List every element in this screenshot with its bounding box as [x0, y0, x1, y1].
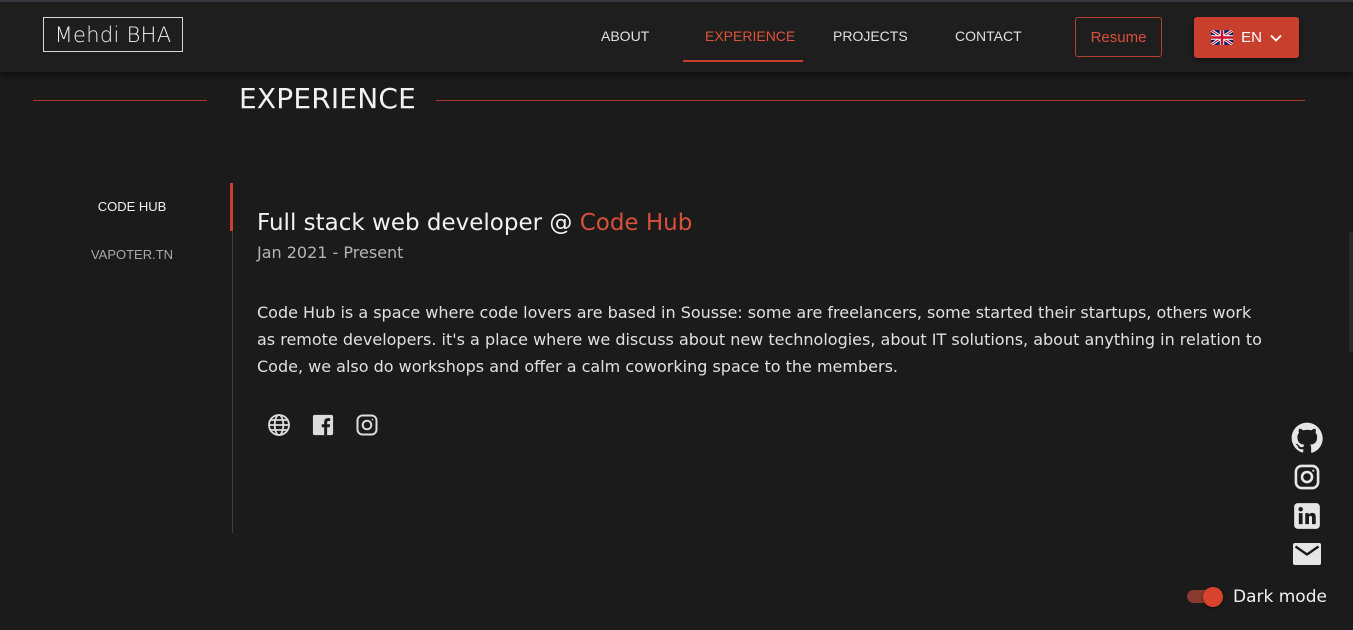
active-tab-indicator: [230, 183, 233, 231]
resume-button[interactable]: Resume: [1075, 17, 1162, 57]
scrollbar[interactable]: [1349, 232, 1353, 352]
section-divider-left: [33, 100, 207, 101]
section-title: EXPERIENCE: [239, 82, 417, 115]
uk-flag-icon: [1211, 30, 1234, 45]
site-logo[interactable]: Mehdi BHA: [43, 17, 183, 52]
linkedin-icon[interactable]: [1291, 500, 1323, 532]
nav-active-underline: [683, 60, 803, 62]
job-title: Full stack web developer @ Code Hub: [257, 210, 692, 236]
top-navbar: Mehdi BHA ABOUT EXPERIENCE PROJECTS CONT…: [0, 2, 1353, 72]
globe-icon[interactable]: [266, 412, 292, 438]
instagram-icon[interactable]: [354, 412, 380, 438]
nav-about[interactable]: ABOUT: [601, 28, 649, 48]
mail-icon[interactable]: [1291, 538, 1323, 570]
toggle-knob: [1203, 587, 1223, 607]
language-label: EN: [1241, 29, 1262, 46]
job-role: Full stack web developer @: [257, 210, 580, 236]
instagram-social-icon[interactable]: [1291, 461, 1323, 493]
tabs-divider: [232, 183, 233, 533]
job-description: Code Hub is a space where code lovers ar…: [257, 303, 1262, 376]
language-selector[interactable]: EN: [1194, 17, 1299, 58]
facebook-icon[interactable]: [310, 412, 336, 438]
chevron-down-icon: [1270, 34, 1282, 42]
dark-mode-toggle[interactable]: [1187, 587, 1225, 607]
nav-experience[interactable]: EXPERIENCE: [705, 28, 795, 48]
job-company-link[interactable]: Code Hub: [580, 210, 693, 236]
company-tab-code-hub[interactable]: CODE HUB: [32, 199, 232, 214]
company-tab-vapoter[interactable]: VAPOTER.TN: [32, 247, 232, 262]
github-icon[interactable]: [1291, 422, 1323, 454]
nav-projects[interactable]: PROJECTS: [833, 28, 908, 48]
dark-mode-label: Dark mode: [1233, 587, 1327, 607]
job-dates: Jan 2021 - Present: [257, 243, 404, 262]
nav-contact[interactable]: CONTACT: [955, 28, 1022, 48]
section-divider-right: [436, 100, 1305, 101]
